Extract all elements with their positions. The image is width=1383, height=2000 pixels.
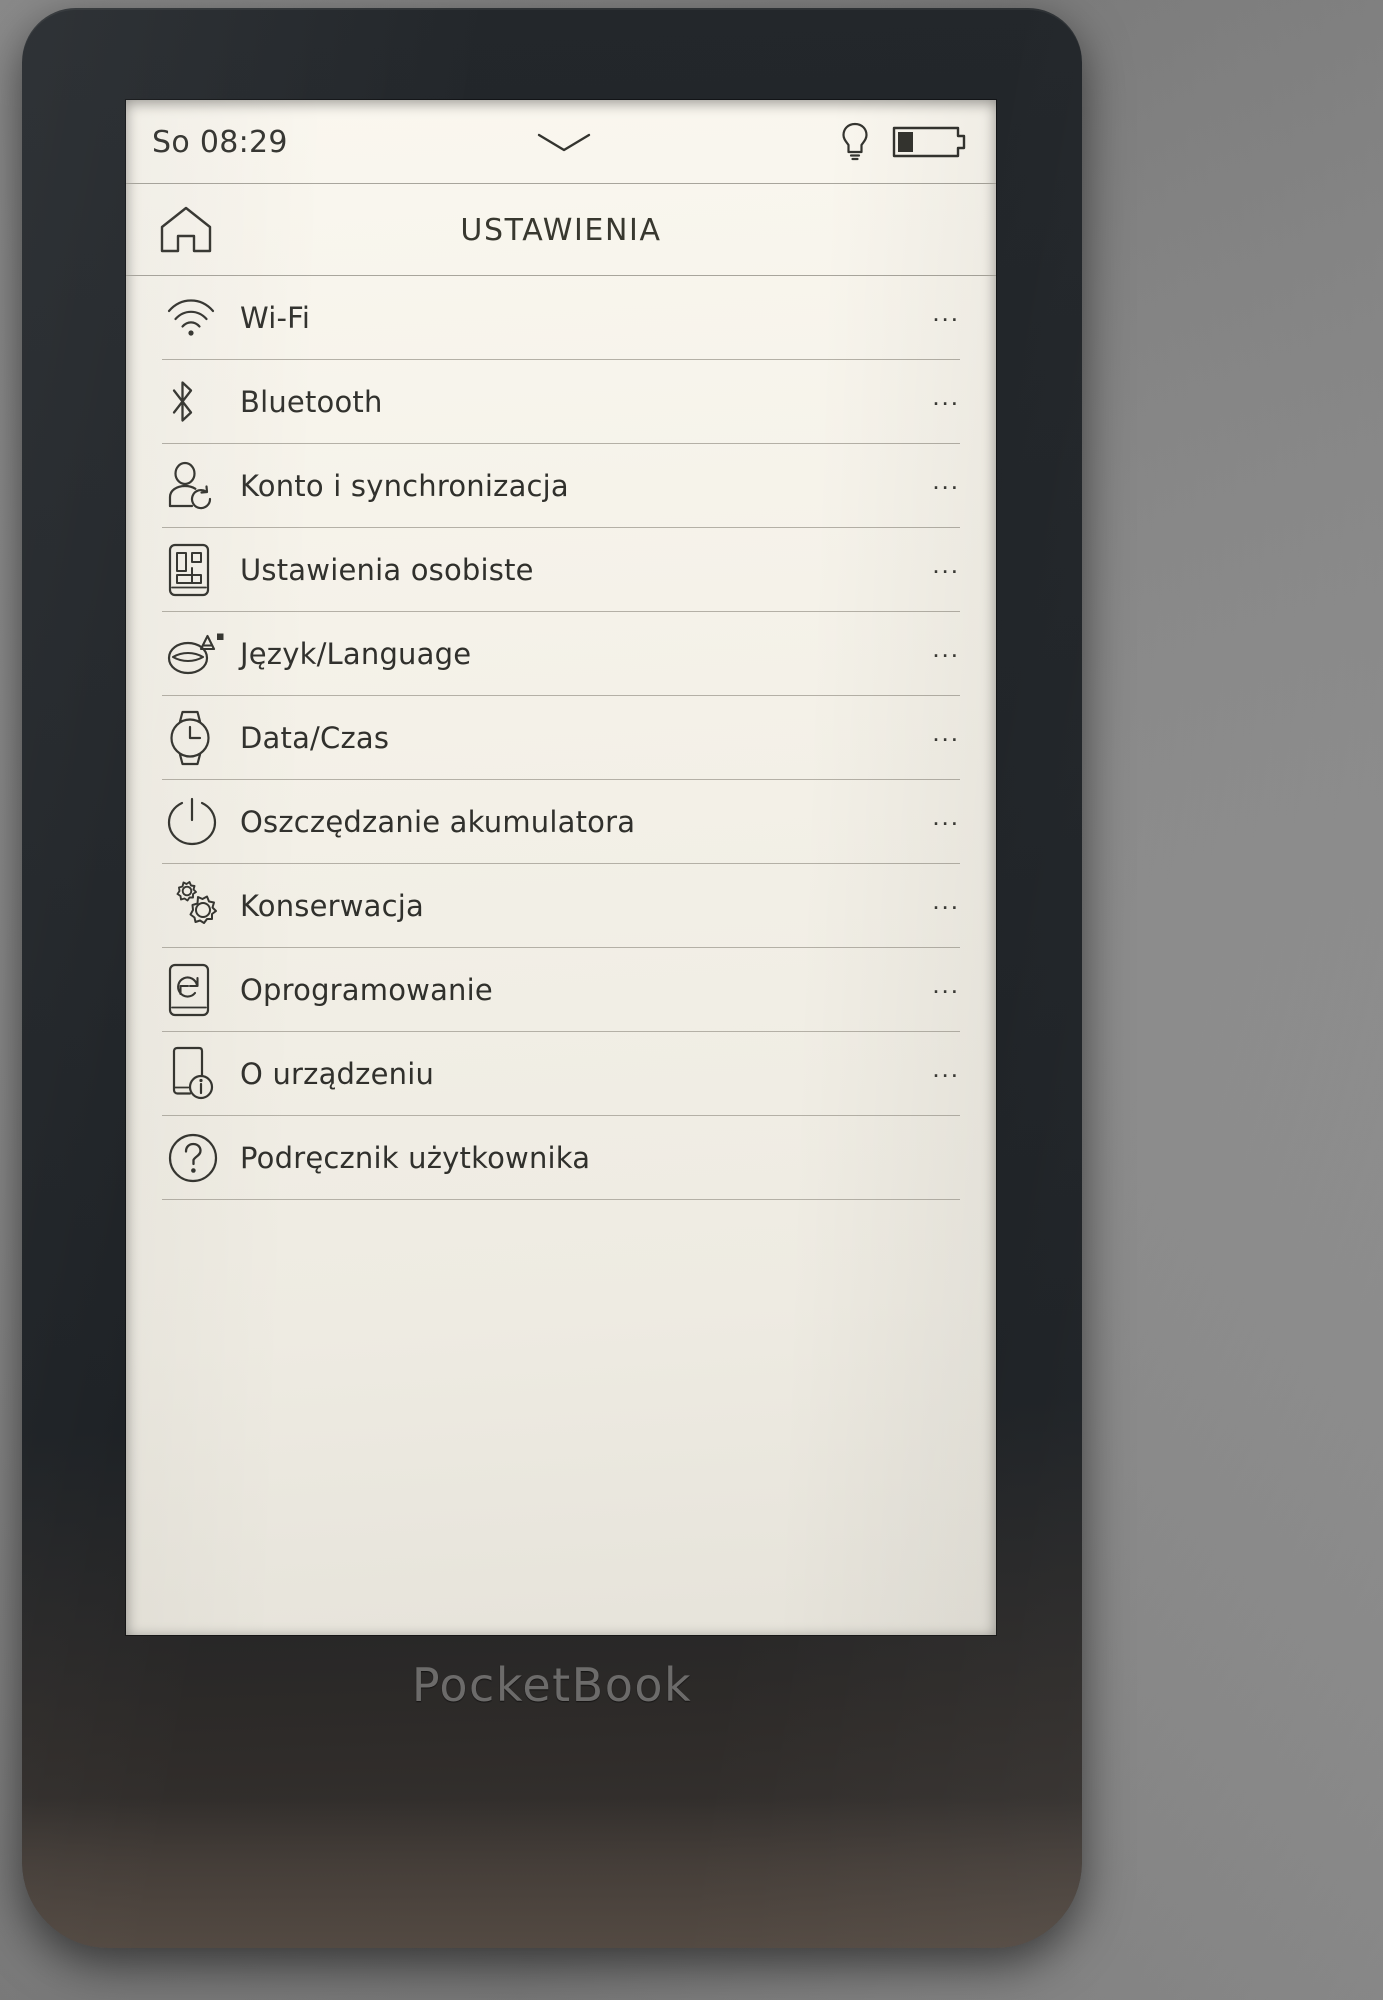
home-icon (158, 205, 214, 255)
settings-item-maintenance[interactable]: Konserwacja ... (140, 864, 982, 948)
settings-item-more[interactable]: ... (920, 971, 960, 1001)
bluetooth-icon (166, 376, 240, 428)
settings-item-personalize[interactable]: Ustawienia osobiste ... (140, 528, 982, 612)
settings-item-account-sync[interactable]: Konto i synchronizacja ... (140, 444, 982, 528)
settings-item-about[interactable]: O urządzeniu ... (140, 1032, 982, 1116)
status-bar-right (840, 121, 970, 163)
wifi-icon (166, 298, 240, 338)
gears-icon (166, 878, 240, 934)
status-bar: So 08:29 (126, 100, 996, 184)
language-lips-icon (166, 630, 240, 678)
power-icon (166, 796, 240, 848)
settings-item-bluetooth[interactable]: Bluetooth ... (140, 360, 982, 444)
personalize-icon (166, 542, 240, 598)
settings-item-more[interactable]: ... (920, 551, 960, 581)
settings-item-label: Ustawienia osobiste (240, 553, 534, 587)
settings-item-label: Oszczędzanie akumulatora (240, 805, 636, 839)
settings-item-more[interactable]: ... (920, 1055, 960, 1085)
status-clock: So 08:29 (152, 124, 288, 160)
settings-list: Wi-Fi ... Bluetooth ... Konto i synchron… (126, 276, 996, 1200)
question-mark-icon (166, 1131, 240, 1185)
chevron-down-icon[interactable] (535, 129, 593, 155)
settings-item-battery-saving[interactable]: Oszczędzanie akumulatora ... (140, 780, 982, 864)
battery-icon (892, 123, 970, 161)
device-refresh-icon (166, 962, 240, 1018)
settings-item-wifi[interactable]: Wi-Fi ... (140, 276, 982, 360)
settings-item-software[interactable]: Oprogramowanie ... (140, 948, 982, 1032)
lightbulb-icon[interactable] (840, 121, 870, 163)
settings-item-label: Język/Language (240, 637, 472, 671)
settings-item-language[interactable]: Język/Language ... (140, 612, 982, 696)
settings-item-more[interactable]: ... (920, 803, 960, 833)
page-header: USTAWIENIA (126, 184, 996, 276)
settings-item-more[interactable]: ... (920, 299, 960, 329)
ereader-screen: So 08:29 USTAWIENIA Wi-Fi ... Bluetooth … (126, 100, 996, 1635)
watch-clock-icon (166, 709, 240, 767)
settings-item-label: Data/Czas (240, 721, 390, 755)
status-bar-center (288, 129, 840, 155)
account-sync-icon (166, 461, 240, 511)
settings-item-more[interactable]: ... (920, 467, 960, 497)
settings-item-more[interactable]: ... (920, 635, 960, 665)
settings-item-label: Wi-Fi (240, 301, 311, 335)
settings-item-more[interactable]: ... (920, 887, 960, 917)
settings-item-datetime[interactable]: Data/Czas ... (140, 696, 982, 780)
ereader-device: So 08:29 USTAWIENIA Wi-Fi ... Bluetooth … (22, 8, 1082, 1948)
settings-item-label: O urządzeniu (240, 1057, 435, 1091)
settings-item-label: Konto i synchronizacja (240, 469, 569, 503)
home-button[interactable] (152, 205, 220, 255)
settings-item-more[interactable]: ... (920, 719, 960, 749)
settings-item-label: Bluetooth (240, 385, 383, 419)
brand-logo: PocketBook (411, 1658, 693, 1712)
settings-item-label: Podręcznik użytkownika (240, 1141, 591, 1175)
page-title: USTAWIENIA (460, 212, 662, 248)
settings-item-user-manual[interactable]: Podręcznik użytkownika ... (140, 1116, 982, 1200)
settings-item-label: Oprogramowanie (240, 973, 493, 1007)
settings-item-label: Konserwacja (240, 889, 425, 923)
device-bottom-lip (22, 1798, 1082, 1948)
settings-item-more[interactable]: ... (920, 383, 960, 413)
device-info-icon (166, 1045, 240, 1103)
